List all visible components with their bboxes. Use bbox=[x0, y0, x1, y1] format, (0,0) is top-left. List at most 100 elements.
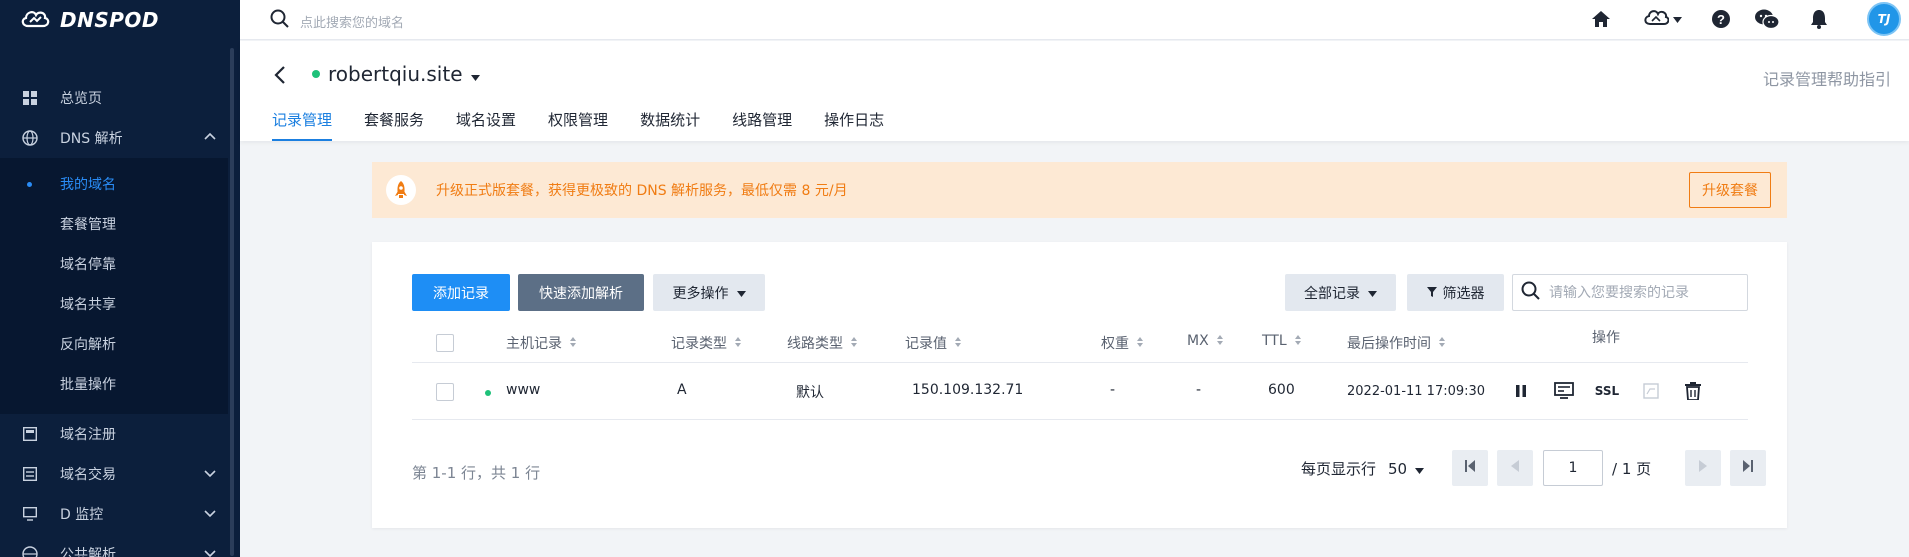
cloud-menu[interactable] bbox=[1640, 8, 1684, 30]
upgrade-package-button[interactable]: 升级套餐 bbox=[1689, 172, 1771, 208]
column-header-weight[interactable]: 权重 bbox=[1101, 333, 1143, 353]
first-page-button[interactable] bbox=[1452, 450, 1488, 486]
sort-icon bbox=[1216, 333, 1223, 349]
filter-button[interactable]: 筛选器 bbox=[1407, 274, 1504, 311]
domain-selector[interactable]: robertqiu.site bbox=[312, 62, 480, 86]
grid-icon bbox=[22, 90, 38, 106]
column-header-mx[interactable]: MX bbox=[1187, 333, 1223, 349]
sidebar-item-reverse[interactable]: 反向解析 bbox=[0, 324, 228, 364]
sidebar-item-sharing[interactable]: 域名共享 bbox=[0, 284, 228, 324]
dns-submenu: 我的域名 套餐管理 域名停靠 域名共享 反向解析 批量操作 bbox=[0, 158, 228, 414]
next-page-icon bbox=[1699, 460, 1707, 476]
active-dot bbox=[27, 182, 32, 187]
page-number-input[interactable] bbox=[1543, 450, 1603, 486]
column-header-type[interactable]: 记录类型 bbox=[671, 333, 741, 353]
sidebar-item-my-domains[interactable]: 我的域名 bbox=[0, 164, 228, 204]
total-pages: / 1 页 bbox=[1612, 460, 1652, 478]
sidebar-item-label: 域名注册 bbox=[60, 427, 116, 443]
next-page-button[interactable] bbox=[1685, 450, 1721, 486]
tab-domain-settings[interactable]: 域名设置 bbox=[456, 109, 516, 141]
cell-value: 150.109.132.71 bbox=[912, 382, 1024, 398]
tab-permissions[interactable]: 权限管理 bbox=[548, 109, 608, 141]
column-header-value[interactable]: 记录值 bbox=[905, 333, 961, 353]
sidebar-item-packages[interactable]: 套餐管理 bbox=[0, 204, 228, 244]
cell-line: 默认 bbox=[796, 385, 824, 401]
trade-icon bbox=[22, 466, 38, 482]
tab-statistics[interactable]: 数据统计 bbox=[640, 109, 700, 141]
tab-packages[interactable]: 套餐服务 bbox=[364, 109, 424, 141]
chevron-down-icon bbox=[1672, 11, 1682, 27]
logo[interactable]: DNSPOD bbox=[0, 0, 240, 40]
column-header-label: TTL bbox=[1262, 333, 1287, 349]
all-records-dropdown[interactable]: 全部记录 bbox=[1285, 274, 1396, 311]
per-page-selector: 每页显示行 50 bbox=[1301, 458, 1425, 479]
trash-icon[interactable] bbox=[1682, 380, 1704, 402]
wechat-icon[interactable] bbox=[1754, 8, 1780, 30]
tab-lines[interactable]: 线路管理 bbox=[732, 109, 792, 141]
back-arrow-icon[interactable] bbox=[274, 65, 286, 89]
sidebar-item-overview[interactable]: 总览页 bbox=[0, 78, 228, 118]
records-summary: 第 1-1 行，共 1 行 bbox=[412, 464, 541, 482]
sidebar-item-label: 域名共享 bbox=[60, 297, 116, 313]
sidebar-item-public-dns[interactable]: 公共解析 bbox=[0, 534, 228, 557]
more-actions-label: 更多操作 bbox=[672, 285, 729, 302]
edit-record-icon[interactable] bbox=[1552, 380, 1576, 402]
sidebar-item-trade[interactable]: 域名交易 bbox=[0, 454, 228, 494]
caret-down-icon bbox=[1368, 285, 1377, 301]
record-search-input[interactable] bbox=[1549, 284, 1739, 301]
sidebar-scrollbar[interactable] bbox=[230, 48, 234, 556]
search-icon bbox=[270, 9, 300, 33]
avatar[interactable]: TJ bbox=[1867, 2, 1901, 36]
last-page-button[interactable] bbox=[1730, 450, 1766, 486]
prev-page-button[interactable] bbox=[1497, 450, 1533, 486]
tab-records[interactable]: 记录管理 bbox=[272, 109, 333, 141]
column-header-ttl[interactable]: TTL bbox=[1262, 333, 1301, 349]
sidebar-item-parking[interactable]: 域名停靠 bbox=[0, 244, 228, 284]
column-header-label: 最后操作时间 bbox=[1347, 336, 1431, 352]
home-icon[interactable] bbox=[1590, 8, 1612, 30]
domain-search-placeholder: 点此搜索您的域名 bbox=[300, 15, 405, 31]
sort-icon bbox=[1294, 333, 1301, 349]
last-page-icon bbox=[1743, 460, 1753, 476]
ssl-button[interactable]: SSL bbox=[1592, 380, 1622, 402]
help-guide-link[interactable]: 记录管理帮助指引 bbox=[1763, 66, 1891, 90]
domain-name: robertqiu.site bbox=[328, 62, 463, 86]
column-header-label: 线路类型 bbox=[787, 336, 843, 352]
remark-icon[interactable] bbox=[1640, 380, 1662, 402]
more-actions-button[interactable]: 更多操作 bbox=[653, 274, 765, 311]
column-header-line[interactable]: 线路类型 bbox=[787, 333, 857, 353]
bell-icon[interactable] bbox=[1808, 8, 1830, 30]
sidebar-item-batch[interactable]: 批量操作 bbox=[0, 364, 228, 404]
per-page-dropdown[interactable]: 50 bbox=[1388, 460, 1425, 478]
cell-updated: 2022-01-11 17:09:30 bbox=[1347, 384, 1486, 399]
help-icon[interactable]: ? bbox=[1710, 8, 1732, 30]
add-record-button[interactable]: 添加记录 bbox=[412, 274, 510, 311]
sidebar-item-monitor[interactable]: D 监控 bbox=[0, 494, 228, 534]
column-header-host[interactable]: 主机记录 bbox=[506, 333, 576, 353]
chevron-down-icon bbox=[204, 547, 216, 557]
svg-text:?: ? bbox=[1717, 12, 1725, 27]
sidebar-item-register[interactable]: 域名注册 bbox=[0, 414, 228, 454]
domain-tabs: 记录管理 套餐服务 域名设置 权限管理 数据统计 线路管理 操作日志 bbox=[272, 109, 916, 141]
select-all-checkbox[interactable] bbox=[436, 334, 454, 352]
cell-host: www bbox=[506, 382, 541, 398]
domain-search[interactable]: 点此搜索您的域名 bbox=[270, 9, 404, 33]
quick-add-button[interactable]: 快速添加解析 bbox=[518, 274, 644, 311]
sidebar-item-dns[interactable]: DNS 解析 bbox=[0, 118, 228, 158]
sort-icon bbox=[570, 335, 576, 351]
sort-icon bbox=[1439, 335, 1445, 351]
search-icon bbox=[1521, 281, 1541, 305]
sort-icon bbox=[735, 335, 741, 351]
sort-icon bbox=[851, 335, 857, 351]
sidebar: DNSPOD 总览页 DNS 解析 我的域名 套餐管理 域名停靠 域名共享 反向… bbox=[0, 0, 240, 557]
column-header-updated[interactable]: 最后操作时间 bbox=[1347, 333, 1445, 353]
tab-logs[interactable]: 操作日志 bbox=[824, 109, 884, 141]
row-checkbox[interactable] bbox=[436, 383, 454, 401]
pause-icon[interactable] bbox=[1510, 380, 1532, 402]
column-header-label: 权重 bbox=[1101, 336, 1129, 352]
caret-down-icon bbox=[470, 62, 480, 86]
sidebar-item-label: 域名交易 bbox=[60, 467, 116, 483]
record-status-dot bbox=[485, 390, 491, 396]
sidebar-item-label: 公共解析 bbox=[60, 547, 116, 557]
sidebar-item-label: 我的域名 bbox=[60, 177, 116, 193]
